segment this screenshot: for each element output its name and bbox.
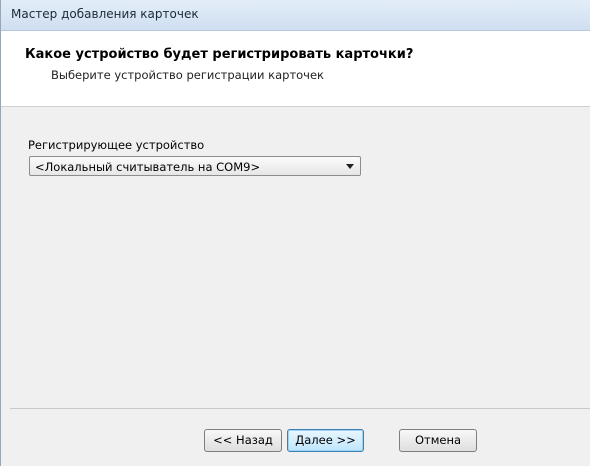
page-subtitle: Выберите устройство регистрации карточек xyxy=(51,68,325,82)
wizard-header: Какое устройство будет регистрировать ка… xyxy=(1,31,590,107)
next-button[interactable]: Далее >> xyxy=(287,429,364,452)
device-select-value: <Локальный считыватель на COM9> xyxy=(35,160,261,174)
chevron-down-icon[interactable] xyxy=(346,164,354,169)
wizard-footer: << Назад Далее >> Отмена xyxy=(1,409,590,466)
device-select[interactable]: <Локальный считыватель на COM9> xyxy=(29,156,361,176)
window-title: Мастер добавления карточек xyxy=(11,7,199,21)
wizard-window: Мастер добавления карточек Какое устройс… xyxy=(0,0,590,466)
title-bar[interactable]: Мастер добавления карточек xyxy=(1,0,590,31)
back-button[interactable]: << Назад xyxy=(204,429,282,452)
page-title: Какое устройство будет регистрировать ка… xyxy=(25,47,414,62)
device-label: Регистрирующее устройство xyxy=(28,138,205,152)
wizard-content: Регистрирующее устройство <Локальный счи… xyxy=(1,107,590,408)
cancel-button[interactable]: Отмена xyxy=(399,429,477,452)
